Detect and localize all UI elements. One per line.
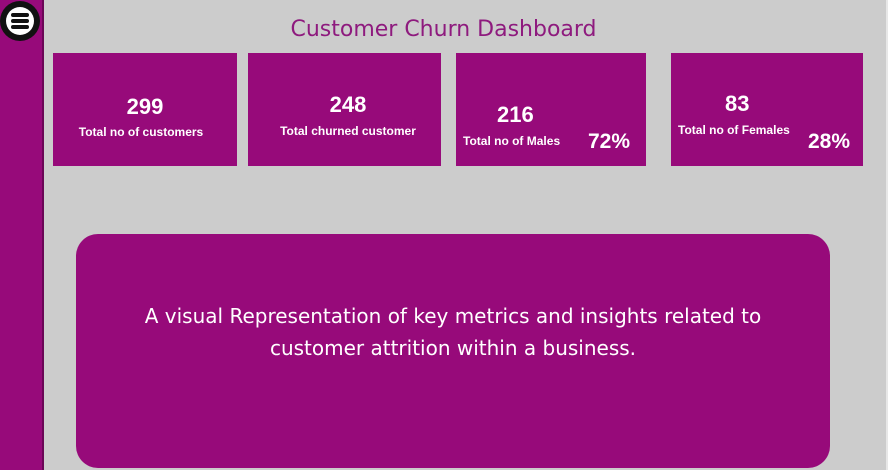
menu-icon-bar — [11, 25, 29, 29]
kpi-percent: 72% — [588, 130, 631, 153]
menu-icon-circle — [6, 7, 34, 35]
kpi-value: 83 — [725, 91, 750, 116]
kpi-value: 299 — [126, 94, 164, 119]
left-nav-strip — [0, 0, 42, 470]
menu-icon-bar — [11, 19, 29, 23]
page-bottom-margin — [0, 470, 888, 475]
kpi-card-churned-customers[interactable]: 248 Total churned customer — [248, 53, 441, 166]
page-title: Customer Churn Dashboard — [290, 17, 597, 42]
hamburger-menu-icon[interactable] — [0, 1, 40, 41]
kpi-value: 248 — [329, 92, 367, 117]
kpi-label: Total churned customer — [280, 124, 416, 138]
kpi-label: Total no of Females — [678, 123, 790, 137]
description-panel: A visual Representation of key metrics a… — [76, 234, 830, 468]
kpi-label: Total no of customers — [78, 125, 204, 139]
kpi-card-males[interactable]: 216 Total no of Males 72% — [456, 53, 646, 166]
kpi-value: 216 — [497, 102, 534, 127]
description-text: A visual Representation of key metrics a… — [144, 304, 762, 360]
kpi-percent: 28% — [808, 130, 851, 153]
menu-icon-bar — [11, 13, 29, 17]
kpi-card-females[interactable]: 83 Total no of Females 28% — [671, 53, 863, 166]
kpi-label: Total no of Males — [463, 134, 561, 148]
kpi-card-total-customers[interactable]: 299 Total no of customers — [53, 53, 237, 166]
